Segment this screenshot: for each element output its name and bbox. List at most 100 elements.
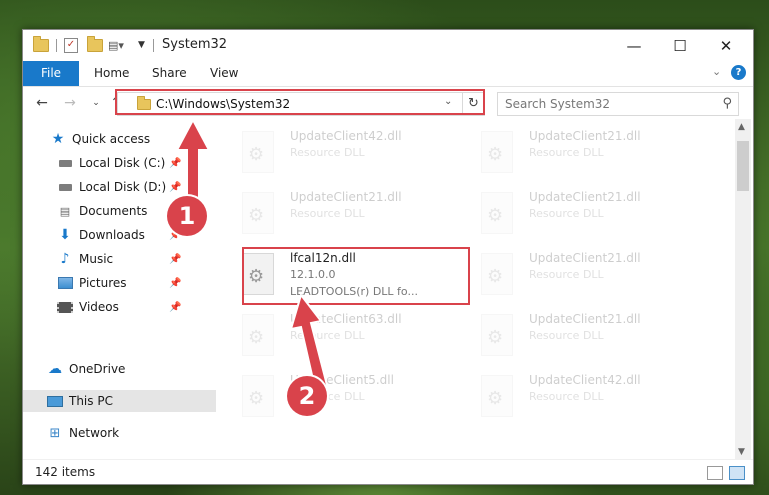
details-view-icon[interactable] — [707, 466, 723, 480]
expand-ribbon-icon[interactable]: ⌄ — [712, 65, 721, 78]
nav-item-label: Quick access — [72, 132, 151, 146]
address-highlight-box — [115, 89, 485, 115]
tab-home[interactable]: Home — [94, 61, 129, 86]
cloud-icon: ☁ — [48, 361, 62, 377]
dll-file-icon — [481, 314, 513, 356]
dll-file-icon — [242, 131, 274, 173]
videos-icon — [57, 300, 73, 314]
star-icon: ★ — [51, 131, 65, 147]
file-item[interactable]: UpdateClient5.dll Resource DLL — [220, 369, 450, 425]
dll-file-icon — [242, 375, 274, 417]
file-item[interactable]: UpdateClient21.dll Resource DLL — [459, 186, 689, 242]
recent-locations-icon[interactable]: ⌄ — [86, 93, 106, 113]
downloads-icon: ⬇ — [59, 227, 71, 243]
drive-icon — [57, 180, 73, 194]
file-item[interactable]: UpdateClient21.dll Resource DLL — [459, 247, 689, 303]
file-item[interactable]: UpdateClient63.dll Resource DLL — [220, 308, 450, 364]
file-description: Resource DLL — [529, 329, 604, 342]
file-description: Resource DLL — [529, 207, 604, 220]
nav-item-label: Network — [69, 426, 120, 440]
toolbar-separator — [153, 39, 154, 52]
documents-icon: ▤ — [59, 204, 71, 218]
help-icon[interactable]: ? — [731, 65, 746, 80]
file-item[interactable]: UpdateClient21.dll Resource DLL — [459, 125, 689, 181]
dll-file-icon — [481, 131, 513, 173]
nav-item-label: Downloads — [79, 228, 145, 242]
search-input[interactable]: Search System32 ⚲ — [497, 92, 739, 116]
window-title: System32 — [162, 37, 228, 52]
file-item[interactable]: UpdateClient21.dll Resource DLL — [459, 308, 689, 364]
search-icon[interactable]: ⚲ — [722, 96, 732, 111]
customize-toolbar-icon[interactable]: ▤▾ — [108, 37, 124, 53]
close-button[interactable]: ✕ — [703, 30, 749, 61]
file-name: UpdateClient21.dll — [290, 190, 402, 204]
forward-arrow-icon[interactable]: → — [60, 93, 80, 113]
folder-icon — [33, 35, 49, 53]
nav-item-label: Pictures — [79, 276, 127, 290]
dll-file-icon — [242, 192, 274, 234]
step-badge-1: 1 — [167, 196, 207, 236]
pin-icon[interactable]: 📌 — [169, 302, 181, 313]
back-arrow-icon[interactable]: ← — [32, 93, 52, 113]
nav-item-onedrive[interactable]: ☁ OneDrive — [23, 358, 216, 380]
pictures-icon — [57, 276, 73, 290]
quick-access-dropdown-icon[interactable]: ▼ — [138, 37, 145, 53]
nav-item-music[interactable]: ♪ Music 📌 — [23, 248, 216, 270]
step-badge-2: 2 — [287, 376, 327, 416]
maximize-button[interactable]: ☐ — [657, 30, 703, 61]
file-description: Resource DLL — [290, 146, 365, 159]
properties-icon[interactable]: ✓ — [64, 37, 78, 53]
nav-item-label: Local Disk (C:) — [79, 156, 166, 170]
nav-item-pictures[interactable]: Pictures 📌 — [23, 272, 216, 294]
tab-view[interactable]: View — [210, 61, 238, 86]
file-item[interactable]: UpdateClient42.dll Resource DLL — [220, 125, 450, 181]
file-description: Resource DLL — [529, 146, 604, 159]
nav-item-label: This PC — [69, 394, 113, 408]
file-description: Resource DLL — [529, 390, 604, 403]
file-name: UpdateClient21.dll — [529, 312, 641, 326]
nav-item-videos[interactable]: Videos 📌 — [23, 296, 216, 318]
file-description: Resource DLL — [529, 268, 604, 281]
network-icon: ⊞ — [49, 425, 61, 441]
nav-item-label: Documents — [79, 204, 148, 218]
file-item[interactable]: UpdateClient21.dll Resource DLL — [220, 186, 450, 242]
pc-icon — [47, 394, 63, 408]
vertical-scrollbar[interactable]: ▲ ▼ — [735, 119, 751, 459]
nav-item-network[interactable]: ⊞ Network — [23, 422, 216, 444]
toolbar-separator — [56, 39, 57, 52]
nav-item-label: Music — [79, 252, 114, 266]
file-item[interactable]: UpdateClient42.dll Resource DLL — [459, 369, 689, 425]
music-icon: ♪ — [60, 251, 70, 267]
file-highlight-box — [242, 247, 470, 305]
dll-file-icon — [242, 314, 274, 356]
nav-item-label: OneDrive — [69, 362, 126, 376]
nav-item-label: Videos — [79, 300, 119, 314]
pin-icon[interactable]: 📌 — [169, 278, 181, 289]
minimize-button[interactable]: — — [611, 30, 657, 61]
scroll-thumb[interactable] — [737, 141, 749, 191]
dll-file-icon — [481, 253, 513, 295]
file-name: UpdateClient21.dll — [529, 129, 641, 143]
drive-icon — [57, 156, 73, 170]
file-name: UpdateClient21.dll — [529, 251, 641, 265]
file-explorer-window: ✓ ▤▾ ▼ System32 — ☐ ✕ File Home Share Vi… — [22, 29, 754, 485]
dll-file-icon — [481, 375, 513, 417]
file-name: UpdateClient21.dll — [529, 190, 641, 204]
status-bar: 142 items — [23, 459, 753, 484]
file-name: UpdateClient42.dll — [290, 129, 402, 143]
search-placeholder: Search System32 — [505, 97, 611, 111]
file-description: Resource DLL — [290, 207, 365, 220]
tab-file[interactable]: File — [23, 61, 79, 86]
file-name: UpdateClient42.dll — [529, 373, 641, 387]
scroll-down-icon[interactable]: ▼ — [738, 447, 745, 457]
nav-item-this-pc[interactable]: This PC — [23, 390, 216, 412]
item-count: 142 items — [35, 465, 96, 479]
tab-share[interactable]: Share — [152, 61, 187, 86]
scroll-up-icon[interactable]: ▲ — [738, 122, 745, 132]
dll-file-icon — [481, 192, 513, 234]
pin-icon[interactable]: 📌 — [169, 254, 181, 265]
nav-item-label: Local Disk (D:) — [79, 180, 167, 194]
title-bar: ✓ ▤▾ ▼ System32 — ☐ ✕ — [23, 30, 753, 61]
new-folder-icon[interactable] — [87, 35, 103, 53]
large-icons-view-icon[interactable] — [729, 466, 745, 480]
